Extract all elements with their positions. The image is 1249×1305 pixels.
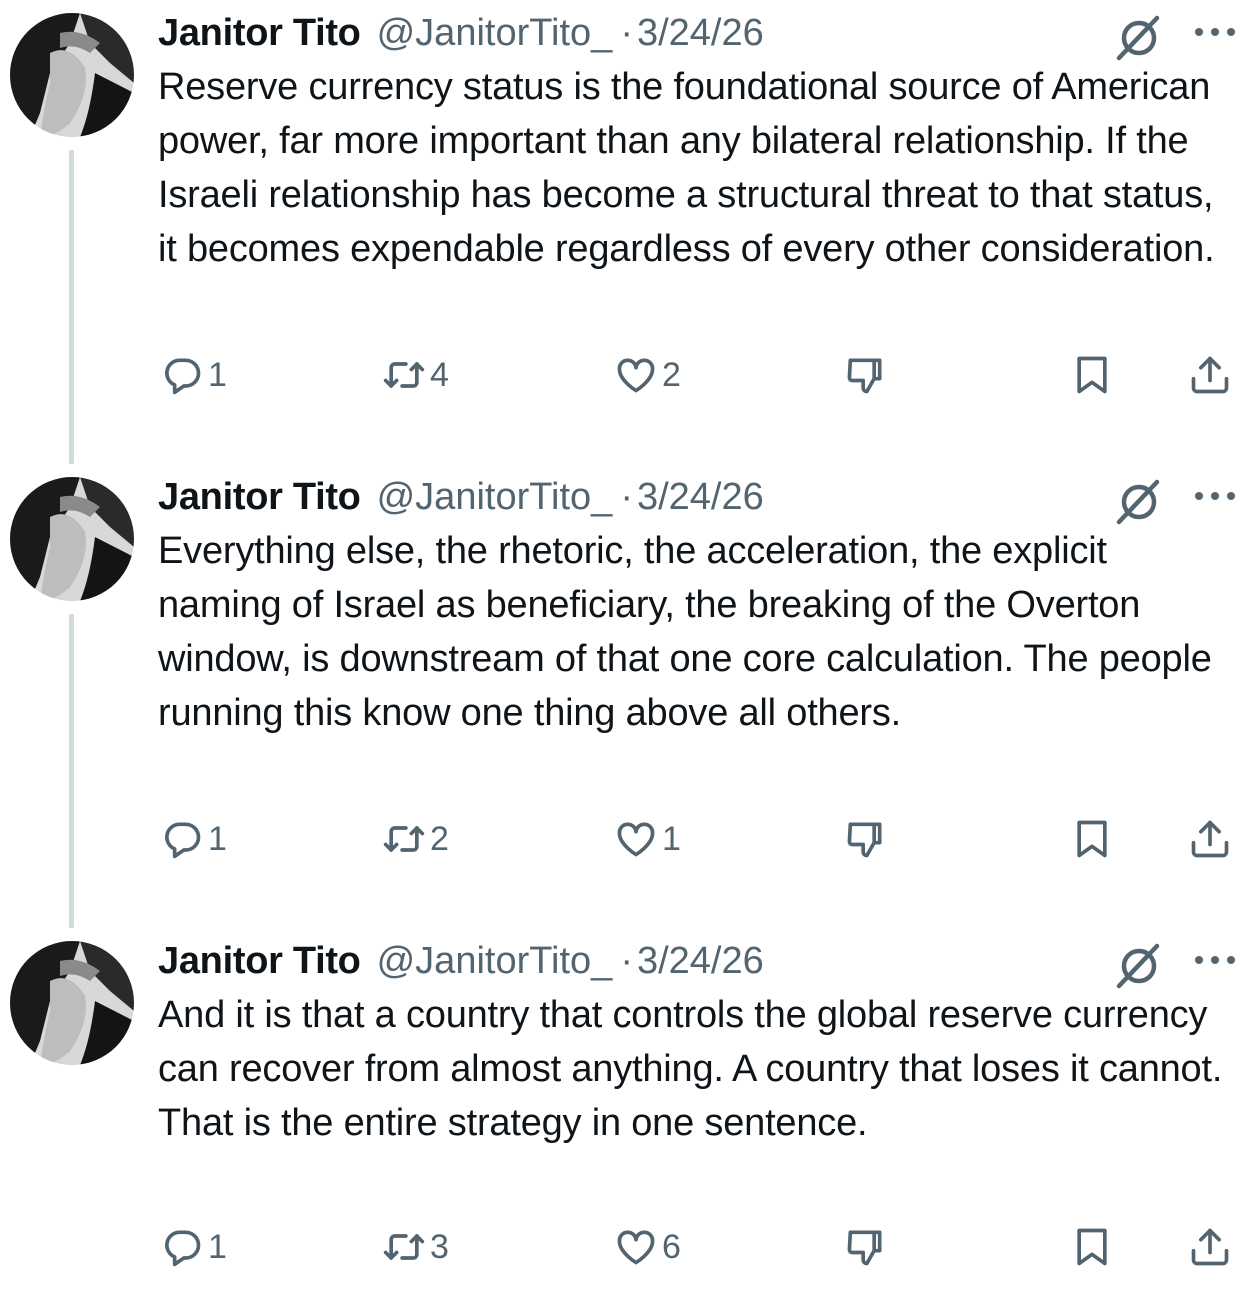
- repost-count: 2: [430, 819, 449, 858]
- tweet-header: Janitor Tito @JanitorTito_ · 3/24/26: [158, 936, 764, 986]
- tweet-thread: Janitor Tito @JanitorTito_ · 3/24/26 Res…: [0, 0, 1249, 1305]
- reply-count: 1: [208, 355, 227, 394]
- like-button[interactable]: 6: [614, 1224, 681, 1270]
- dislike-icon: [847, 1230, 882, 1266]
- avatar-image: [10, 13, 134, 137]
- author-name[interactable]: Janitor Tito: [158, 12, 361, 55]
- author-handle[interactable]: @JanitorTito_: [377, 476, 613, 519]
- action-bar: 1 3 6: [0, 1224, 1249, 1270]
- repost-count: 4: [430, 355, 449, 394]
- grok-icon[interactable]: [1113, 941, 1163, 991]
- like-count: 2: [662, 355, 681, 394]
- more-icon[interactable]: [1192, 23, 1238, 41]
- reply-icon: [165, 1230, 201, 1267]
- tweet-header: Janitor Tito @JanitorTito_ · 3/24/26: [158, 8, 764, 58]
- tweet-date[interactable]: 3/24/26: [637, 940, 764, 983]
- author-name[interactable]: Janitor Tito: [158, 476, 361, 519]
- dislike-button[interactable]: [843, 1224, 887, 1270]
- tweet-date[interactable]: 3/24/26: [637, 12, 764, 55]
- repost-button[interactable]: 2: [382, 816, 449, 862]
- tweet-date[interactable]: 3/24/26: [637, 476, 764, 519]
- dislike-button[interactable]: [843, 352, 887, 398]
- separator: ·: [620, 939, 633, 982]
- share-icon: [1191, 356, 1229, 394]
- separator: ·: [620, 11, 633, 54]
- reply-button[interactable]: 1: [160, 352, 227, 398]
- avatar[interactable]: [10, 477, 134, 601]
- tweet-text: Reserve currency status is the foundatio…: [158, 66, 1215, 270]
- share-icon: [1191, 820, 1229, 858]
- like-icon: [617, 358, 655, 393]
- bookmark-button[interactable]: [1070, 1224, 1114, 1270]
- tweet-text: And it is that a country that controls t…: [158, 994, 1223, 1144]
- thread-line: [69, 150, 74, 464]
- tweet-text: Everything else, the rhetoric, the accel…: [158, 530, 1212, 734]
- share-icon: [1191, 1228, 1229, 1266]
- action-bar: 1 4 2: [0, 352, 1249, 398]
- grok-icon[interactable]: [1113, 13, 1163, 63]
- repost-count: 3: [430, 1227, 449, 1266]
- repost-icon: [383, 362, 425, 388]
- like-count: 1: [662, 819, 681, 858]
- bookmark-button[interactable]: [1070, 816, 1114, 862]
- tweet[interactable]: Janitor Tito @JanitorTito_ · 3/24/26 And…: [0, 928, 1249, 1305]
- avatar[interactable]: [10, 13, 134, 137]
- repost-icon: [383, 1234, 425, 1260]
- bookmark-icon: [1077, 356, 1107, 394]
- thread-line: [69, 614, 74, 928]
- share-button[interactable]: [1188, 1224, 1232, 1270]
- avatar[interactable]: [10, 941, 134, 1065]
- author-handle[interactable]: @JanitorTito_: [377, 12, 613, 55]
- tweet[interactable]: Janitor Tito @JanitorTito_ · 3/24/26 Res…: [0, 0, 1249, 464]
- repost-button[interactable]: 3: [382, 1224, 449, 1270]
- action-bar: 1 2 1: [0, 816, 1249, 862]
- dislike-icon: [847, 358, 882, 394]
- like-icon: [617, 822, 655, 857]
- share-button[interactable]: [1188, 816, 1232, 862]
- repost-icon: [383, 826, 425, 852]
- avatar-image: [10, 477, 134, 601]
- like-button[interactable]: 1: [614, 816, 681, 862]
- dislike-icon: [847, 822, 882, 858]
- like-button[interactable]: 2: [614, 352, 681, 398]
- separator: ·: [620, 475, 633, 518]
- bookmark-button[interactable]: [1070, 352, 1114, 398]
- reply-button[interactable]: 1: [160, 816, 227, 862]
- like-count: 6: [662, 1227, 681, 1266]
- bookmark-icon: [1077, 1228, 1107, 1266]
- more-icon[interactable]: [1192, 951, 1238, 969]
- reply-icon: [165, 358, 201, 395]
- repost-button[interactable]: 4: [382, 352, 449, 398]
- bookmark-icon: [1077, 820, 1107, 858]
- reply-icon: [165, 822, 201, 859]
- reply-button[interactable]: 1: [160, 1224, 227, 1270]
- reply-count: 1: [208, 819, 227, 858]
- author-handle[interactable]: @JanitorTito_: [377, 940, 613, 983]
- like-icon: [617, 1230, 655, 1265]
- share-button[interactable]: [1188, 352, 1232, 398]
- dislike-button[interactable]: [843, 816, 887, 862]
- tweet[interactable]: Janitor Tito @JanitorTito_ · 3/24/26 Eve…: [0, 464, 1249, 928]
- avatar-image: [10, 941, 134, 1065]
- reply-count: 1: [208, 1227, 227, 1266]
- grok-icon[interactable]: [1113, 477, 1163, 527]
- tweet-header: Janitor Tito @JanitorTito_ · 3/24/26: [158, 472, 764, 522]
- author-name[interactable]: Janitor Tito: [158, 940, 361, 983]
- more-icon[interactable]: [1192, 487, 1238, 505]
